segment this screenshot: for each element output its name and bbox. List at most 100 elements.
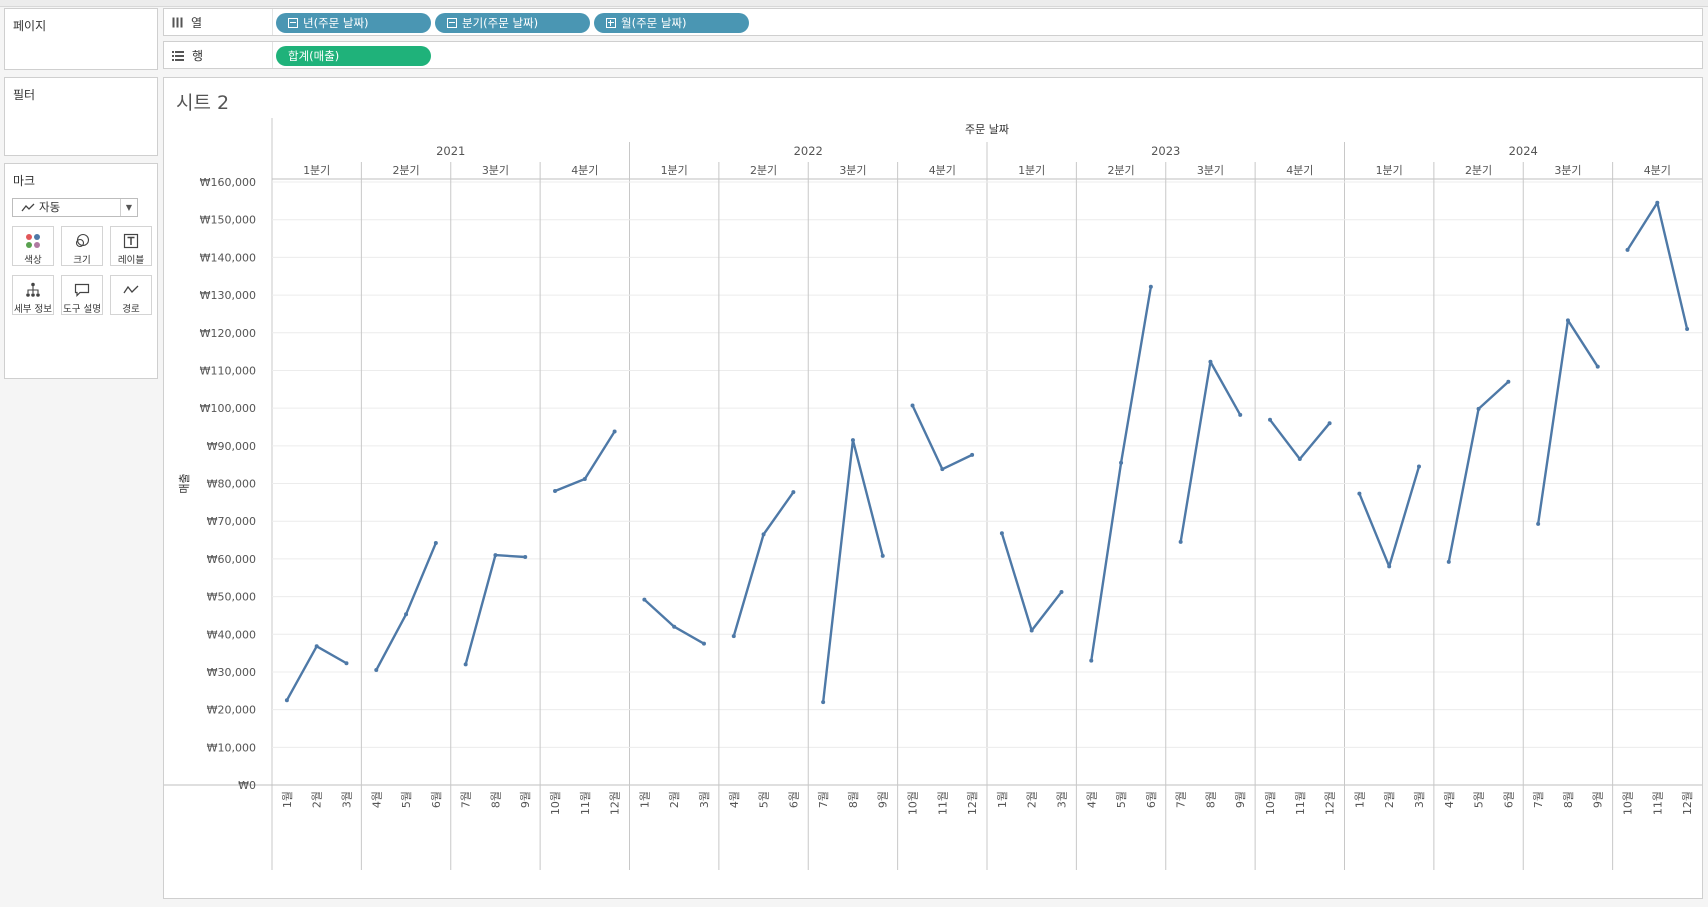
- data-point[interactable]: [1238, 412, 1243, 417]
- series-line[interactable]: [285, 645, 348, 702]
- data-point[interactable]: [880, 553, 885, 558]
- data-point[interactable]: [1506, 379, 1511, 384]
- data-point[interactable]: [940, 467, 945, 472]
- data-point[interactable]: [642, 597, 647, 602]
- collapse-icon[interactable]: [447, 18, 457, 28]
- data-point[interactable]: [821, 700, 826, 705]
- column-pill-month[interactable]: 월(주문 날짜): [594, 13, 749, 33]
- path-button[interactable]: 경로: [110, 275, 152, 315]
- columns-shelf[interactable]: 열 년(주문 날짜) 분기(주문 날짜) 월(주문 날짜): [163, 8, 1703, 36]
- data-point[interactable]: [1387, 564, 1392, 569]
- month-label: 2월: [668, 791, 681, 808]
- data-point[interactable]: [1565, 318, 1570, 323]
- series-line[interactable]: [1358, 465, 1421, 568]
- data-point[interactable]: [672, 624, 677, 629]
- data-point[interactable]: [1655, 200, 1660, 205]
- data-point[interactable]: [910, 403, 915, 408]
- series-line[interactable]: [375, 541, 438, 672]
- data-point[interactable]: [970, 452, 975, 457]
- month-label: 6월: [1145, 791, 1158, 808]
- series-line[interactable]: [821, 438, 884, 704]
- rows-drop-area[interactable]: 합계(매출): [272, 42, 1702, 68]
- data-point[interactable]: [493, 553, 498, 558]
- quarter-header: 3분기: [1554, 164, 1581, 177]
- data-point[interactable]: [1476, 406, 1481, 411]
- data-point[interactable]: [1208, 359, 1213, 364]
- data-point[interactable]: [1059, 590, 1064, 595]
- quarter-header: 2분기: [392, 164, 419, 177]
- y-tick-label: ₩0: [238, 779, 256, 792]
- y-tick-label: ₩110,000: [200, 364, 256, 377]
- data-point[interactable]: [433, 541, 438, 546]
- line-chart[interactable]: 주문 날짜 2021 2022 2023 2024 ₩0 ₩10,000 ₩20,000 ₩30…: [164, 78, 1702, 898]
- columns-drop-area[interactable]: 년(주문 날짜) 분기(주문 날짜) 월(주문 날짜): [272, 9, 1702, 35]
- row-pill-sales[interactable]: 합계(매출): [276, 46, 431, 66]
- data-point[interactable]: [1089, 658, 1094, 663]
- column-pill-quarter[interactable]: 분기(주문 날짜): [435, 13, 590, 33]
- data-point[interactable]: [404, 612, 409, 617]
- data-point[interactable]: [701, 641, 706, 646]
- data-point[interactable]: [1357, 491, 1362, 496]
- series-line[interactable]: [732, 490, 795, 638]
- data-point[interactable]: [612, 429, 617, 434]
- data-point[interactable]: [1595, 364, 1600, 369]
- data-point[interactable]: [1446, 559, 1451, 564]
- data-point[interactable]: [1416, 464, 1421, 469]
- month-label: 3월: [1413, 791, 1426, 808]
- data-point[interactable]: [731, 634, 736, 639]
- label-button[interactable]: 레이블: [110, 226, 152, 266]
- series-line[interactable]: [1179, 360, 1242, 544]
- filters-card[interactable]: 필터: [4, 77, 158, 156]
- series-line[interactable]: [643, 598, 706, 645]
- y-tick-label: ₩140,000: [200, 251, 256, 264]
- data-point[interactable]: [314, 644, 319, 649]
- month-label: 5월: [1473, 791, 1486, 808]
- data-point[interactable]: [1685, 326, 1690, 331]
- data-point[interactable]: [999, 531, 1004, 536]
- month-label: 2월: [1026, 791, 1039, 808]
- quarter-header: 1분기: [1018, 164, 1045, 177]
- color-button[interactable]: 색상: [12, 226, 54, 266]
- data-point[interactable]: [582, 476, 587, 481]
- data-point[interactable]: [463, 662, 468, 667]
- collapse-icon[interactable]: [288, 18, 298, 28]
- series-line[interactable]: [911, 404, 974, 471]
- size-button[interactable]: 크기: [61, 226, 103, 266]
- data-point[interactable]: [523, 554, 528, 559]
- data-point[interactable]: [850, 438, 855, 443]
- series-line[interactable]: [1268, 418, 1331, 461]
- quarter-header: 3분기: [839, 164, 866, 177]
- month-label: 1월: [638, 791, 651, 808]
- series-line[interactable]: [1090, 285, 1153, 662]
- viz-area[interactable]: 시트 2 주문 날짜 2021 2022 2023 2024 ₩0 ₩10,000 ₩20,0…: [163, 77, 1703, 899]
- rows-shelf[interactable]: 행 합계(매출): [163, 41, 1703, 69]
- mark-type-dropdown[interactable]: 자동 ▼: [12, 198, 138, 217]
- data-point[interactable]: [1178, 539, 1183, 544]
- data-point[interactable]: [284, 698, 289, 703]
- tooltip-button[interactable]: 도구 설명: [61, 275, 103, 315]
- quarter-header: 4분기: [571, 164, 598, 177]
- series-line[interactable]: [1536, 319, 1599, 526]
- series-line[interactable]: [1000, 532, 1063, 632]
- data-point[interactable]: [1536, 521, 1541, 526]
- series-line[interactable]: [553, 430, 616, 493]
- data-point[interactable]: [374, 668, 379, 673]
- data-point[interactable]: [1297, 457, 1302, 462]
- data-point[interactable]: [1327, 421, 1332, 426]
- series-line[interactable]: [464, 553, 527, 666]
- columns-icon: [172, 17, 183, 27]
- data-point[interactable]: [553, 489, 558, 494]
- data-point[interactable]: [1029, 628, 1034, 633]
- data-point[interactable]: [1119, 460, 1124, 465]
- data-point[interactable]: [1625, 247, 1630, 252]
- data-point[interactable]: [791, 490, 796, 495]
- data-point[interactable]: [344, 661, 349, 666]
- data-point[interactable]: [1148, 284, 1153, 289]
- data-point[interactable]: [761, 532, 766, 537]
- column-pill-year[interactable]: 년(주문 날짜): [276, 13, 431, 33]
- expand-icon[interactable]: [606, 18, 616, 28]
- data-point[interactable]: [1268, 417, 1273, 422]
- series-line[interactable]: [1626, 201, 1689, 331]
- detail-button[interactable]: 세부 정보: [12, 275, 54, 315]
- chevron-down-icon[interactable]: ▼: [120, 199, 137, 216]
